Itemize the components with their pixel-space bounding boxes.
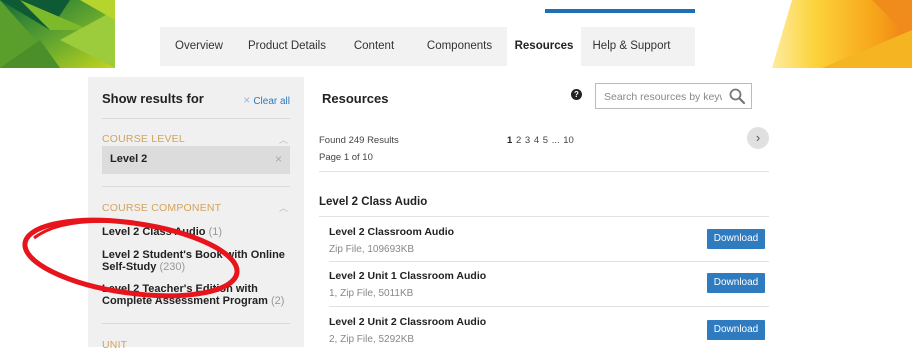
chevron-up-icon[interactable]: ︿	[279, 201, 288, 214]
selected-filter-label: Level 2	[110, 153, 148, 165]
product-tabs: Overview Product Details Content Compone…	[160, 27, 695, 66]
divider	[319, 216, 769, 217]
resources-title: Resources	[322, 91, 389, 106]
resource-title: Level 2 Unit 2 Classroom Audio	[329, 316, 487, 328]
resource-meta: Zip File, 109693KB	[329, 244, 415, 255]
page-link[interactable]: 4	[534, 135, 539, 146]
course-component-heading[interactable]: COURSE COMPONENT	[102, 202, 221, 214]
divider	[329, 306, 769, 307]
active-tab-indicator	[545, 9, 695, 13]
component-count: (2)	[270, 295, 285, 307]
component-label: Level 2 Teacher's Edition with Complete …	[102, 283, 268, 307]
resource-title: Level 2 Unit 1 Classroom Audio	[329, 270, 487, 282]
component-filter-item[interactable]: Level 2 Student's Book with Online Self-…	[102, 249, 292, 273]
tab-content[interactable]: Content	[336, 27, 412, 66]
help-icon[interactable]: ?	[571, 89, 582, 100]
selected-filter-level: Level 2 ×	[102, 146, 290, 174]
page-indicator: Page 1 of 10	[319, 152, 373, 163]
download-button[interactable]: Download	[707, 320, 765, 340]
filter-sidebar: Show results for × Clear all COURSE LEVEL…	[88, 77, 304, 351]
filter-title: Show results for	[102, 91, 204, 106]
course-level-heading[interactable]: COURSE LEVEL	[102, 133, 185, 145]
resource-category-title: Level 2 Class Audio	[319, 196, 428, 208]
divider	[102, 323, 290, 324]
tab-product-details[interactable]: Product Details	[238, 27, 336, 66]
results-count: Found 249 Results	[319, 135, 399, 146]
chevron-right-icon: ›	[755, 130, 761, 145]
pagination: 1 2 3 4 5 ... 10	[507, 135, 574, 146]
divider	[102, 118, 290, 119]
download-button[interactable]: Download	[707, 229, 765, 249]
close-icon: ×	[243, 93, 251, 107]
page-link-last[interactable]: 10	[563, 135, 574, 146]
component-count: (1)	[208, 226, 223, 238]
brand-graphic-left	[0, 0, 115, 68]
tab-overview[interactable]: Overview	[160, 27, 238, 66]
search-input[interactable]	[602, 87, 724, 106]
remove-filter-icon[interactable]: ×	[275, 152, 282, 166]
component-count: (230)	[159, 261, 186, 273]
chevron-up-icon[interactable]: ︿	[279, 133, 288, 146]
page-link[interactable]: 2	[516, 135, 521, 146]
clear-all-link[interactable]: × Clear all	[243, 93, 290, 107]
resource-meta: 2, Zip File, 5292KB	[329, 334, 415, 345]
search-icon[interactable]	[728, 87, 746, 105]
page-link-current[interactable]: 1	[507, 135, 512, 146]
tab-resources[interactable]: Resources	[507, 27, 581, 66]
next-page-button[interactable]: ›	[747, 127, 769, 149]
divider	[102, 186, 290, 187]
page-link[interactable]: 5	[543, 135, 548, 146]
page-link[interactable]: 3	[525, 135, 530, 146]
component-filter-item[interactable]: Level 2 Teacher's Edition with Complete …	[102, 283, 292, 307]
component-filter-item[interactable]: Level 2 Class Audio (1)	[102, 226, 292, 238]
page-ellipsis: ...	[551, 135, 560, 146]
divider	[329, 261, 769, 262]
resource-search	[595, 83, 752, 109]
brand-graphic-right	[762, 0, 912, 68]
divider	[319, 171, 769, 172]
unit-heading[interactable]: UNIT	[102, 339, 127, 351]
tab-components[interactable]: Components	[412, 27, 507, 66]
component-label: Level 2 Class Audio	[102, 226, 206, 238]
tab-help-support[interactable]: Help & Support	[581, 27, 682, 66]
clear-all-label: Clear all	[253, 96, 290, 107]
download-button[interactable]: Download	[707, 273, 765, 293]
resource-title: Level 2 Classroom Audio	[329, 226, 455, 238]
resource-meta: 1, Zip File, 5011KB	[329, 288, 414, 299]
component-label: Level 2 Student's Book with Online Self-…	[102, 249, 285, 273]
